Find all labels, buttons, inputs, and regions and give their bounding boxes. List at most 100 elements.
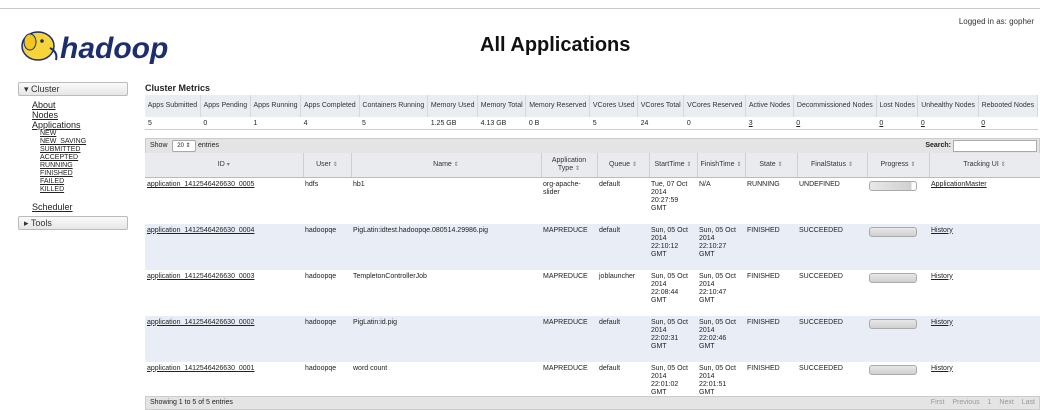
progress-bar [869, 181, 917, 191]
tracking-ui-link[interactable]: History [931, 227, 953, 234]
metric-value: 5 [145, 117, 201, 130]
column-header-finishtime[interactable]: FinishTime ⇕ [697, 153, 746, 178]
hadoop-logo[interactable]: hadoop [20, 26, 220, 66]
metric-value-link[interactable]: 0 [978, 117, 1038, 130]
user-cell: hadoopqe [303, 223, 351, 270]
metric-header: Unhealthy Nodes [917, 95, 979, 117]
metric-value: 0 [200, 117, 251, 130]
expand-triangle-icon: ▸ [24, 218, 31, 228]
sidebar-state-running[interactable]: RUNNING [40, 162, 128, 170]
column-header-tracking-ui[interactable]: Tracking UI ⇕ [929, 153, 1040, 178]
sidebar-state-new[interactable]: NEW [40, 130, 128, 138]
column-header-id[interactable]: ID ▾ [145, 153, 304, 178]
column-header-name[interactable]: Name ⇕ [351, 153, 542, 178]
name-cell: TempletonControllerJob [351, 269, 541, 316]
progress-bar [869, 272, 917, 283]
sort-icon: ⇕ [686, 162, 692, 168]
column-header-finalstatus[interactable]: FinalStatus ⇕ [797, 153, 868, 178]
type-cell: MAPREDUCE [541, 223, 597, 270]
metric-value-link[interactable]: 0 [876, 117, 918, 130]
metric-header: Apps Completed [300, 95, 360, 117]
metric-value-link[interactable]: 3 [745, 117, 794, 130]
sidebar-state-accepted[interactable]: ACCEPTED [40, 154, 128, 162]
page-size-select[interactable]: 20 ⇕ [172, 140, 196, 152]
column-header-application-type[interactable]: Application Type ⇕ [541, 153, 598, 178]
finalstatus-cell: UNDEFINED [797, 177, 867, 224]
name-cell: hb1 [351, 177, 541, 224]
sidebar-state-finished[interactable]: FINISHED [40, 170, 128, 178]
column-header-state[interactable]: State ⇕ [745, 153, 798, 178]
queue-cell: joblauncher [597, 269, 649, 316]
pager-next-button[interactable]: Next [999, 399, 1013, 406]
table-row: application_1412546426630_0003 hadoopqe … [145, 269, 1040, 316]
metric-header: Rebooted Nodes [978, 95, 1039, 117]
state-cell: FINISHED [745, 223, 797, 270]
sidebar-state-killed[interactable]: KILLED [40, 186, 128, 194]
application-id-link[interactable]: application_1412546426630_0002 [147, 319, 254, 326]
name-cell: PigLatin:id.pig [351, 315, 541, 362]
metric-header: Apps Pending [200, 95, 251, 117]
pager-page-1-button[interactable]: 1 [988, 399, 992, 406]
starttime-cell: Sun, 05 Oct 2014 22:08:44 GMT [649, 269, 697, 316]
metric-header: Memory Reserved [525, 95, 591, 117]
sort-icon: ⇕ [332, 162, 338, 168]
sort-icon: ⇕ [1000, 162, 1006, 168]
sort-icon: ⇕ [631, 162, 637, 168]
metric-header: Lost Nodes [876, 95, 919, 117]
type-cell: org-apache-slider [541, 177, 597, 224]
sidebar-state-submitted[interactable]: SUBMITTED [40, 146, 128, 154]
tracking-ui-link[interactable]: History [931, 319, 953, 326]
sort-icon: ⇕ [453, 162, 459, 168]
tracking-ui-link[interactable]: History [931, 365, 953, 372]
column-header-queue[interactable]: Queue ⇕ [597, 153, 650, 178]
sort-icon: ⇕ [736, 162, 742, 168]
sidebar-link-nodes[interactable]: Nodes [32, 110, 128, 120]
sidebar-state-new-saving[interactable]: NEW_SAVING [40, 138, 128, 146]
collapse-triangle-icon: ▾ [24, 84, 32, 94]
tracking-ui-link[interactable]: ApplicationMaster [931, 181, 987, 188]
pager-first-button[interactable]: First [931, 399, 945, 406]
logo-text: hadoop [60, 32, 168, 65]
tracking-ui-link[interactable]: History [931, 273, 953, 280]
metric-value: 4 [300, 117, 359, 130]
column-header-progress[interactable]: Progress ⇕ [867, 153, 930, 178]
application-id-link[interactable]: application_1412546426630_0001 [147, 365, 254, 372]
starttime-cell: Sun, 05 Oct 2014 22:02:31 GMT [649, 315, 697, 362]
pager-last-button[interactable]: Last [1022, 399, 1035, 406]
sort-icon: ⇕ [575, 166, 581, 172]
metric-value-link[interactable]: 0 [793, 117, 877, 130]
progress-bar [869, 364, 917, 375]
metric-value: 1 [250, 117, 301, 130]
sidebar-link-about[interactable]: About [32, 100, 128, 110]
tools-section-header[interactable]: ▸ Tools [18, 216, 128, 230]
application-id-link[interactable]: application_1412546426630_0003 [147, 273, 254, 280]
queue-cell: default [597, 315, 649, 362]
sidebar-link-scheduler[interactable]: Scheduler [32, 202, 128, 212]
user-cell: hdfs [303, 177, 351, 224]
page-title: All Applications [480, 34, 631, 56]
application-id-link[interactable]: application_1412546426630_0004 [147, 227, 254, 234]
type-cell: MAPREDUCE [541, 315, 597, 362]
tools-label: Tools [30, 218, 52, 228]
cluster-metrics-title: Cluster Metrics [145, 83, 211, 93]
metric-value-link[interactable]: 0 [917, 117, 979, 130]
finalstatus-cell: SUCCEEDED [797, 223, 867, 270]
cluster-metrics-table: Apps Submitted Apps Pending Apps Running… [145, 95, 1039, 130]
application-id-link[interactable]: application_1412546426630_0005 [147, 181, 254, 188]
metric-header: Apps Submitted [145, 95, 201, 117]
pager-previous-button[interactable]: Previous [952, 399, 979, 406]
column-header-user[interactable]: User ⇕ [303, 153, 352, 178]
search-input[interactable] [953, 140, 1037, 152]
cluster-links: About Nodes Applications NEW NEW_SAVING … [18, 96, 128, 216]
column-header-starttime[interactable]: StartTime ⇕ [649, 153, 698, 178]
sidebar-link-applications[interactable]: Applications [32, 120, 128, 130]
sidebar-state-failed[interactable]: FAILED [40, 178, 128, 186]
sort-icon: ⇕ [847, 162, 853, 168]
queue-cell: default [597, 223, 649, 270]
sort-icon: ⇕ [777, 162, 783, 168]
queue-cell: default [597, 177, 649, 224]
cluster-section-header[interactable]: ▾ Cluster [18, 82, 128, 96]
metric-header: VCores Used [589, 95, 639, 117]
metric-value: 24 [637, 117, 684, 130]
state-cell: FINISHED [745, 315, 797, 362]
